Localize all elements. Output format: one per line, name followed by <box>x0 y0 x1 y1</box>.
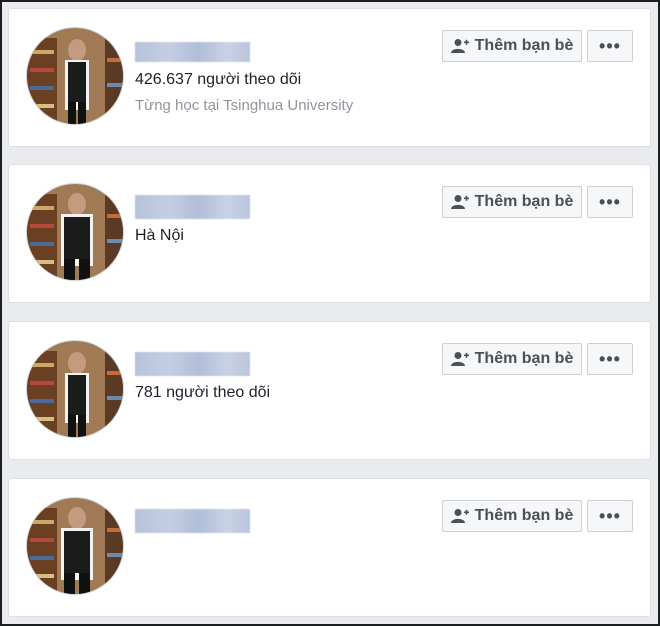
avatar[interactable] <box>26 27 124 125</box>
follower-count: 426.637 người theo dõi <box>135 71 302 88</box>
more-options-button[interactable]: ••• <box>587 30 633 62</box>
more-dots-icon: ••• <box>599 348 621 369</box>
more-options-button[interactable]: ••• <box>587 343 633 375</box>
person-card: Hà Nội Thêm bạn bè ••• <box>8 164 651 303</box>
redacted-name[interactable] <box>135 42 250 62</box>
location-info: Hà Nội <box>135 227 184 244</box>
add-friend-button[interactable]: Thêm bạn bè <box>442 343 582 375</box>
person-card: 781 người theo dõi Thêm bạn bè ••• <box>8 321 651 460</box>
add-friend-button[interactable]: Thêm bạn bè <box>442 30 582 62</box>
follower-count: 781 người theo dõi <box>135 384 271 401</box>
add-friend-button[interactable]: Thêm bạn bè <box>442 186 582 218</box>
add-friend-button[interactable]: Thêm bạn bè <box>442 500 582 532</box>
more-options-button[interactable]: ••• <box>587 500 633 532</box>
person-card: 426.637 người theo dõi Từng học tại Tsin… <box>8 8 651 147</box>
add-friend-label: Thêm bạn bè <box>474 37 574 54</box>
profile-photo-icon <box>27 28 123 124</box>
education-info: Từng học tại Tsinghua University <box>135 97 354 114</box>
profile-photo-icon <box>27 341 123 437</box>
redacted-name[interactable] <box>135 352 250 376</box>
more-dots-icon: ••• <box>599 191 621 212</box>
redacted-name[interactable] <box>135 509 250 533</box>
profile-photo-icon <box>27 184 123 280</box>
add-friend-label: Thêm bạn bè <box>474 193 574 210</box>
person-card: Thêm bạn bè ••• <box>8 478 651 617</box>
avatar[interactable] <box>26 497 124 595</box>
add-friend-label: Thêm bạn bè <box>474 350 574 367</box>
avatar[interactable] <box>26 340 124 438</box>
more-options-button[interactable]: ••• <box>587 186 633 218</box>
add-friend-icon <box>450 39 469 53</box>
add-friend-icon <box>450 195 469 209</box>
redacted-name[interactable] <box>135 195 250 219</box>
add-friend-icon <box>450 509 469 523</box>
add-friend-label: Thêm bạn bè <box>474 507 574 524</box>
more-dots-icon: ••• <box>599 505 621 526</box>
add-friend-icon <box>450 352 469 366</box>
profile-photo-icon <box>27 498 123 594</box>
avatar[interactable] <box>26 183 124 281</box>
more-dots-icon: ••• <box>599 35 621 56</box>
